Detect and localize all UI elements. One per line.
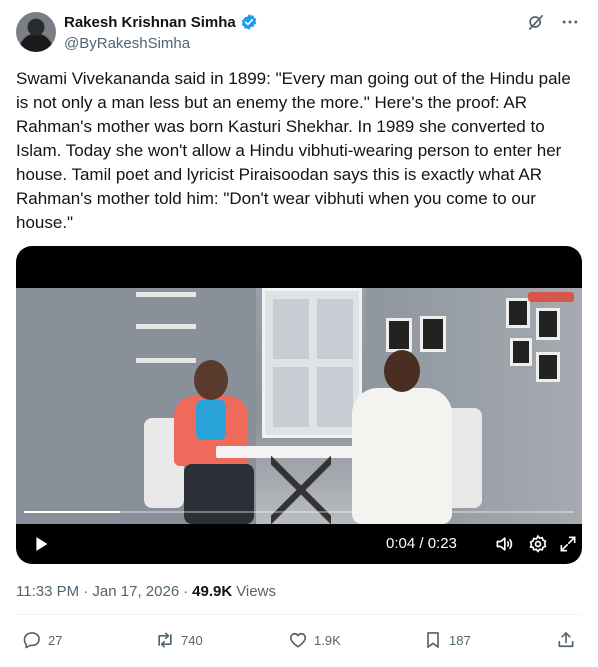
video-scene-photo	[510, 338, 532, 366]
channel-logo	[528, 292, 574, 302]
like-icon	[289, 632, 307, 648]
divider	[16, 614, 582, 615]
tweet-text: Swami Vivekananda said in 1899: "Every m…	[16, 69, 576, 232]
more-icon[interactable]	[560, 12, 580, 32]
avatar[interactable]	[16, 12, 56, 52]
reply-count: 27	[48, 632, 63, 648]
video-player[interactable]: 0:04 / 0:23	[16, 246, 582, 564]
author-display-name[interactable]: Rakesh Krishnan Simha	[64, 14, 236, 31]
meta-separator: ·	[183, 583, 189, 600]
repost-button[interactable]: 740	[155, 630, 203, 650]
video-scene-photo	[536, 308, 560, 340]
author-name-row: Rakesh Krishnan Simha	[64, 13, 258, 31]
video-scene-shelf	[136, 324, 196, 329]
video-scene-photo	[506, 298, 530, 328]
video-time-display: 0:04 / 0:23	[386, 535, 457, 552]
tweet-timestamp[interactable]: 11:33 PM · Jan 17, 2026	[16, 583, 179, 600]
share-button[interactable]	[556, 630, 576, 650]
bookmark-button[interactable]: 187	[423, 630, 471, 650]
video-frame[interactable]	[16, 288, 582, 524]
fullscreen-icon[interactable]	[558, 534, 578, 554]
video-controls: 0:04 / 0:23	[16, 524, 582, 564]
action-bar: 27 740 1.9K 187	[0, 626, 598, 660]
video-progress-fill	[24, 511, 120, 513]
reply-button[interactable]: 27	[22, 630, 62, 650]
repost-icon	[158, 632, 172, 648]
tweet: Rakesh Krishnan Simha @ByRakeshSimha Swa…	[0, 0, 598, 667]
play-icon[interactable]	[30, 533, 52, 555]
top-right-actions	[526, 12, 580, 32]
views-count: 49.9K	[192, 583, 233, 600]
settings-icon[interactable]	[528, 534, 548, 554]
like-count: 1.9K	[314, 632, 341, 648]
views-label: Views	[236, 583, 276, 600]
video-scene-photo	[420, 316, 446, 352]
author-handle[interactable]: @ByRakeshSimha	[64, 35, 190, 52]
video-scene-shelf	[136, 292, 196, 297]
verified-badge-icon[interactable]	[240, 13, 258, 31]
reply-icon	[23, 632, 40, 649]
video-scene-photo	[386, 318, 412, 352]
bookmark-icon	[427, 632, 439, 648]
share-icon	[558, 632, 574, 648]
video-progress-bar[interactable]	[24, 511, 574, 513]
video-scene-table-legs	[271, 456, 331, 524]
like-button[interactable]: 1.9K	[288, 630, 341, 650]
bookmark-count: 187	[449, 632, 471, 648]
repost-count: 740	[181, 632, 203, 648]
video-scene-photo	[536, 352, 560, 382]
volume-icon[interactable]	[494, 534, 514, 554]
video-scene-person	[166, 360, 256, 524]
video-scene-person	[346, 350, 456, 524]
grok-icon[interactable]	[526, 12, 546, 32]
tweet-meta: 11:33 PM · Jan 17, 2026 · 49.9K Views	[16, 583, 276, 600]
